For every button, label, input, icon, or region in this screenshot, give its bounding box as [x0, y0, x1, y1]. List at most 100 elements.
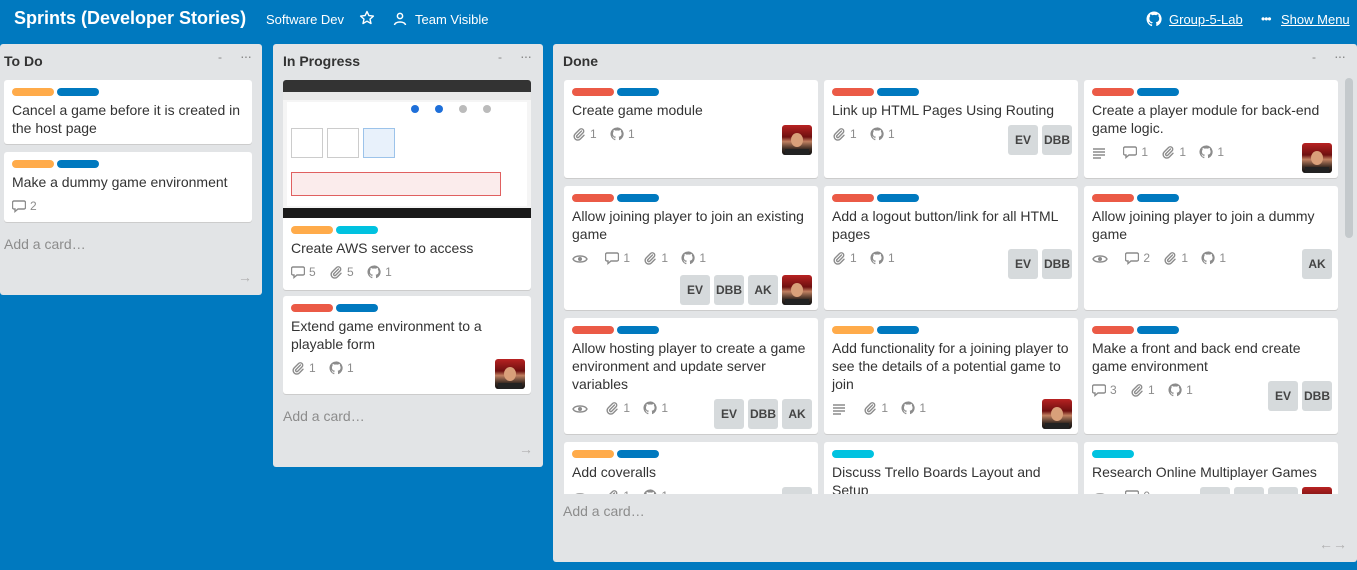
- card[interactable]: Research Online Multiplayer Games 0: [1084, 442, 1338, 494]
- add-card-button[interactable]: Add a card…: [4, 236, 86, 252]
- card[interactable]: Make a dummy game environment 2: [4, 152, 252, 222]
- card-badges: 1 1: [572, 126, 645, 141]
- avatar[interactable]: [782, 275, 812, 305]
- show-menu-button[interactable]: Show Menu: [1281, 12, 1350, 27]
- attachment-badge: 1: [1130, 383, 1155, 397]
- watch-badge: [1092, 251, 1112, 265]
- github-icon: [681, 251, 695, 265]
- list-menu-icon[interactable]: ···: [240, 48, 252, 64]
- list-title[interactable]: To Do: [4, 53, 43, 69]
- board-header: Sprints (Developer Stories) Software Dev…: [0, 0, 1357, 40]
- avatar[interactable]: EV: [714, 399, 744, 429]
- team-name[interactable]: Software Dev: [266, 12, 344, 27]
- attachment-count: 1: [623, 489, 630, 494]
- card[interactable]: Add coveralls 1 1: [564, 442, 818, 494]
- github-icon: [901, 401, 915, 415]
- card-title: Create a player module for back-end game…: [1092, 102, 1320, 136]
- attachment-count: 1: [623, 400, 631, 415]
- github-icon: [1201, 251, 1215, 265]
- card[interactable]: Cancel a game before it is created in th…: [4, 80, 252, 144]
- card-badges: 1 1: [832, 126, 905, 141]
- avatar[interactable]: AK: [748, 275, 778, 305]
- scrollbar[interactable]: [1345, 78, 1353, 238]
- card[interactable]: Link up HTML Pages Using Routing 1 1 EV D…: [824, 80, 1078, 178]
- card-labels: [832, 88, 922, 96]
- card[interactable]: Allow joining player to join a dummy gam…: [1084, 186, 1338, 310]
- board-title[interactable]: Sprints (Developer Stories): [14, 8, 246, 29]
- avatar[interactable]: EV: [1008, 249, 1038, 279]
- add-card-button[interactable]: Add a card…: [563, 503, 645, 519]
- attachment-badge: 1: [605, 489, 630, 494]
- attachment-count: 1: [881, 400, 889, 415]
- card-badges: 1 1: [832, 400, 936, 415]
- org-link[interactable]: Group-5-Lab: [1169, 12, 1243, 27]
- card-title: Allow joining player to join an existing…: [572, 208, 804, 242]
- avatar[interactable]: DBB: [748, 399, 778, 429]
- avatar[interactable]: [1042, 399, 1072, 429]
- card[interactable]: Make a front and back end create game en…: [1084, 318, 1338, 434]
- avatar[interactable]: [1200, 487, 1230, 494]
- card-members: EV DBB: [1264, 381, 1332, 411]
- add-card-button[interactable]: Add a card…: [283, 408, 365, 424]
- visibility-button[interactable]: Team Visible: [415, 12, 488, 27]
- watch-badge: [572, 251, 592, 265]
- card-members: EV DBB: [1004, 249, 1072, 279]
- avatar[interactable]: [782, 125, 812, 155]
- card[interactable]: Allow hosting player to create a game en…: [564, 318, 818, 434]
- card-labels: [832, 194, 922, 202]
- github-icon: [1199, 145, 1213, 159]
- github-badge: 1: [367, 265, 392, 279]
- card[interactable]: Extend game environment to a playable fo…: [283, 296, 531, 394]
- list-in-progress: In Progress - ··· Create AWS server to a…: [273, 44, 543, 467]
- arrow-expand-icon: ←→: [1319, 536, 1347, 552]
- minimize-icon[interactable]: -: [498, 50, 502, 64]
- avatar[interactable]: EV: [680, 275, 710, 305]
- more-icon[interactable]: •••: [1261, 12, 1272, 26]
- card-members: [778, 487, 812, 494]
- avatar[interactable]: [1302, 143, 1332, 173]
- card[interactable]: Discuss Trello Boards Layout and Setup: [824, 442, 1078, 494]
- github-count: 1: [699, 250, 707, 265]
- comment-count: 5: [309, 264, 316, 279]
- avatar[interactable]: AK: [1302, 249, 1332, 279]
- attachment-icon: [329, 265, 343, 279]
- github-icon[interactable]: [1146, 11, 1162, 27]
- eye-icon: [572, 403, 588, 415]
- avatar[interactable]: AK: [782, 399, 812, 429]
- card[interactable]: Create AWS server to access 5 5 1: [283, 80, 531, 290]
- avatar[interactable]: DBB: [714, 275, 744, 305]
- list-todo: To Do - ··· Cancel a game before it is c…: [0, 44, 262, 295]
- avatar[interactable]: [1234, 487, 1264, 494]
- avatar[interactable]: [782, 487, 812, 494]
- attachment-icon: [291, 361, 305, 375]
- avatar[interactable]: DBB: [1042, 125, 1072, 155]
- avatar[interactable]: EV: [1268, 381, 1298, 411]
- list-menu-icon[interactable]: ···: [520, 48, 532, 64]
- card[interactable]: Allow joining player to join an existing…: [564, 186, 818, 310]
- card-badges: 5 5 1: [291, 264, 402, 279]
- card-title: Make a dummy game environment: [12, 174, 228, 190]
- eye-icon: [1092, 253, 1108, 265]
- comment-badge: 3: [1092, 383, 1117, 397]
- description-badge: [1092, 145, 1110, 159]
- avatar[interactable]: [495, 359, 525, 389]
- card[interactable]: Create game module 1 1: [564, 80, 818, 178]
- attachment-icon: [1161, 145, 1175, 159]
- github-badge: 1: [901, 401, 926, 415]
- card[interactable]: Add a logout button/link for all HTML pa…: [824, 186, 1078, 310]
- minimize-icon[interactable]: -: [218, 50, 222, 64]
- card[interactable]: Add functionality for a joining player t…: [824, 318, 1078, 434]
- github-badge: 1: [681, 251, 706, 265]
- avatar[interactable]: [1268, 487, 1298, 494]
- card-labels: [1092, 326, 1182, 334]
- attachment-icon: [605, 489, 619, 494]
- avatar[interactable]: DBB: [1042, 249, 1072, 279]
- list-title[interactable]: In Progress: [283, 53, 360, 69]
- avatar[interactable]: [1302, 487, 1332, 494]
- star-icon[interactable]: [359, 10, 375, 26]
- card[interactable]: Create a player module for back-end game…: [1084, 80, 1338, 178]
- avatar[interactable]: DBB: [1302, 381, 1332, 411]
- card-title: Create AWS server to access: [291, 240, 474, 256]
- watch-badge: [1092, 489, 1112, 494]
- avatar[interactable]: EV: [1008, 125, 1038, 155]
